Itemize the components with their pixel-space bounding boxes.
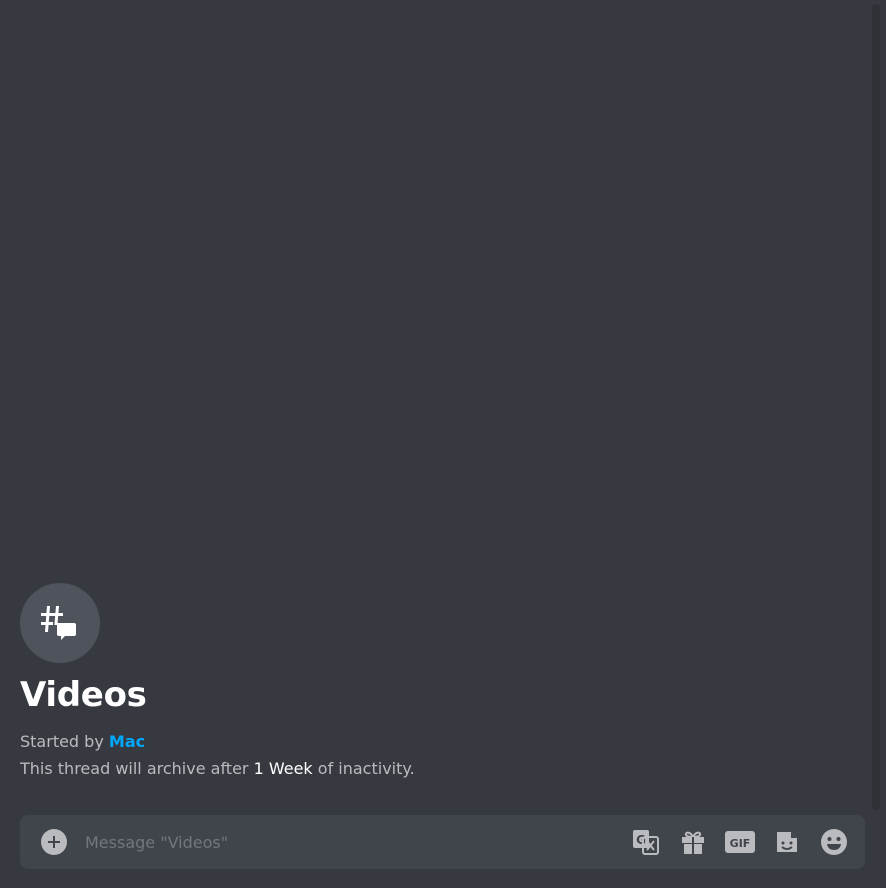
- svg-text:GIF: GIF: [730, 837, 751, 850]
- gif-icon: GIF: [725, 831, 755, 853]
- sticker-button[interactable]: [772, 827, 802, 857]
- svg-text:G: G: [636, 833, 646, 847]
- thread-meta: Started by Mac This thread will archive …: [20, 728, 840, 782]
- archive-prefix: This thread will archive after: [20, 759, 249, 779]
- archive-notice: This thread will archive after 1 Week of…: [20, 755, 840, 782]
- archive-duration: 1 Week: [253, 759, 313, 779]
- composer-toolbar: G GIF: [614, 827, 849, 857]
- add-attachment-icon: [48, 836, 60, 848]
- thread-header: Videos Started by Mac This thread will a…: [20, 583, 840, 782]
- message-composer: G GIF: [20, 815, 865, 869]
- gift-icon: [682, 831, 704, 854]
- translate-icon: G: [633, 830, 659, 855]
- started-by-line: Started by Mac: [20, 728, 840, 755]
- scrollbar[interactable]: [872, 4, 880, 810]
- translate-button[interactable]: G: [631, 827, 661, 857]
- emoji-button[interactable]: [819, 827, 849, 857]
- add-attachment-button[interactable]: [41, 829, 67, 855]
- archive-suffix: of inactivity.: [317, 759, 415, 779]
- gift-button[interactable]: [678, 827, 708, 857]
- thread-view: Videos Started by Mac This thread will a…: [0, 0, 886, 888]
- gif-button[interactable]: GIF: [725, 827, 755, 857]
- thread-hash-icon: [20, 583, 100, 663]
- sticker-icon: [777, 832, 797, 852]
- thread-title: Videos: [20, 675, 147, 715]
- message-input[interactable]: [83, 821, 614, 863]
- thread-author-link[interactable]: Mac: [109, 732, 145, 751]
- started-by-label: Started by: [20, 732, 104, 752]
- emoji-icon: [821, 829, 847, 855]
